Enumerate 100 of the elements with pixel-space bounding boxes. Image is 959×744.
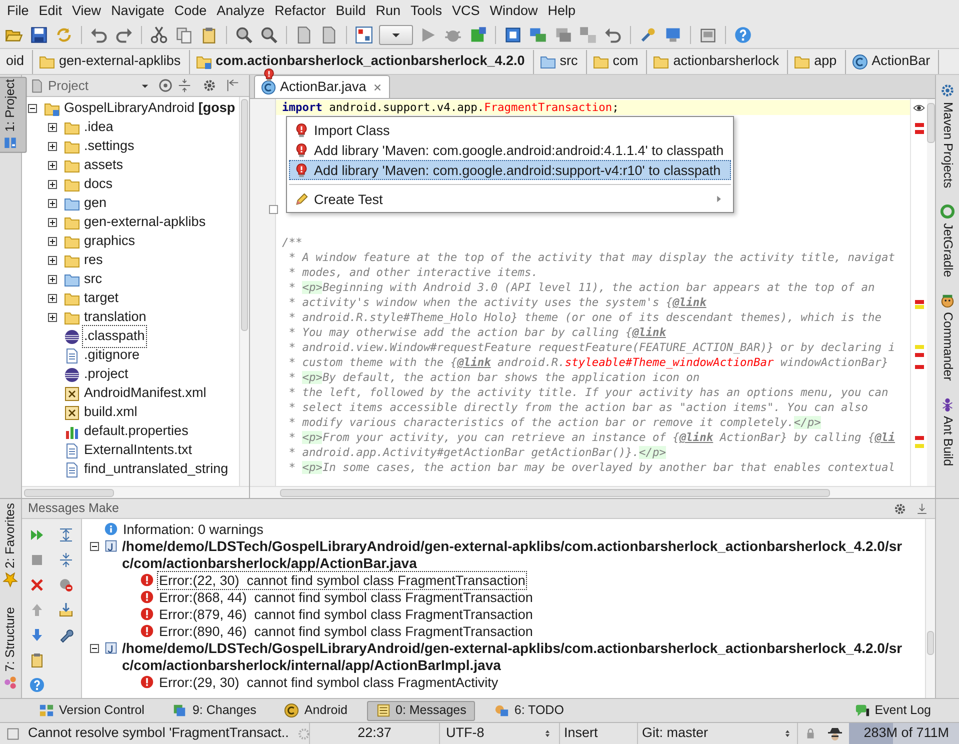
tree-item[interactable]: translation [83,307,148,328]
monitor-icon[interactable] [664,26,682,44]
hat-icon[interactable] [827,726,843,742]
breadcrumb[interactable]: com [586,50,648,74]
tool-window-tab[interactable]: 1: Project [0,77,27,153]
menu-item[interactable]: View [67,0,106,22]
copy-icon[interactable] [175,26,193,44]
expand-all-icon[interactable] [58,526,74,542]
branch-selector[interactable]: Git: master [638,723,798,744]
expand-icon[interactable] [48,180,57,189]
expand-icon[interactable] [48,199,57,208]
grid-icon[interactable] [579,26,597,44]
gear-icon[interactable] [893,502,907,516]
clipboard-icon[interactable] [28,652,45,668]
crosshair-icon[interactable] [158,78,173,93]
tree-item[interactable]: find_untranslated_string [83,459,230,480]
scrollbar-thumb[interactable] [24,488,114,496]
menu-item[interactable]: File [2,0,34,22]
document-icon[interactable] [295,26,313,44]
panel-toggle-icon[interactable] [6,726,20,740]
tree-item[interactable]: .project [83,364,130,385]
tree-item[interactable]: .idea [83,117,114,138]
scrollbar-thumb[interactable] [280,488,830,496]
insert-mode[interactable]: Insert [560,723,638,744]
menu-item[interactable]: Create Test [289,189,731,209]
tree-item[interactable]: src [83,269,103,290]
menu-item[interactable]: VCS [447,0,485,22]
document-icon[interactable] [699,26,717,44]
expand-icon[interactable] [48,142,57,151]
cut-icon[interactable] [150,26,168,44]
tree-item[interactable]: graphics [83,231,136,252]
tree-item[interactable]: docs [83,174,114,195]
menu-item[interactable]: Run [370,0,406,22]
tree-item[interactable]: gen [83,193,108,214]
tree-item[interactable]: ExternalIntents.txt [83,440,194,461]
tool-window-tab[interactable]: Version Control [30,700,154,720]
collapse-icon[interactable] [90,644,99,653]
tool-window-tab[interactable]: 6: TODO [485,700,573,720]
collapse-all-icon[interactable] [177,78,192,93]
event-log-tab[interactable]: Event Log [846,700,939,720]
collapse-icon[interactable] [90,542,99,551]
tree-item[interactable]: .settings [83,136,136,157]
file-path[interactable]: /home/demo/LDSTech/GospelLibraryAndroid/gen-external-apklibs/com.actionbarsherlock_actionbarsherlock_4.2.0/src/com/actionbarsherlock/app/ActionBar.java [122,538,912,572]
help-icon[interactable] [734,26,752,44]
wrench-icon[interactable] [639,26,657,44]
tool-window-tab[interactable]: 0: Messages [366,700,476,720]
expand-icon[interactable] [48,161,57,170]
tool-window-tab[interactable]: JetGradle [931,202,959,280]
memory-indicator[interactable]: 283M of 711M [849,723,959,744]
menu-item[interactable]: Refactor [270,0,331,22]
menu-item[interactable]: Window [484,0,543,22]
encoding-selector[interactable]: UTF-8 [440,723,560,744]
tree-item[interactable]: assets [83,155,124,176]
caret-position[interactable]: 22:37 [310,723,440,744]
grid-icon[interactable] [355,26,373,44]
menu-item[interactable]: Add library 'Maven: com.google.android:android:4.1.1.4' to classpath [289,140,731,160]
warning-filter-icon[interactable] [58,576,74,592]
tree-item[interactable]: build.xml [83,402,138,423]
blueprint-icon[interactable] [504,26,522,44]
menu-item[interactable]: Navigate [106,0,170,22]
scrollbar-thumb[interactable] [241,99,248,331]
stack-icon[interactable] [554,26,572,44]
breadcrumb[interactable]: gen-external-apklibs [33,50,190,74]
tool-window-tab[interactable]: 7: Structure [0,605,27,693]
redo-icon[interactable] [115,26,133,44]
breadcrumb[interactable]: src [534,50,587,74]
paste-icon[interactable] [200,26,218,44]
file-path[interactable]: /home/demo/LDSTech/GospelLibraryAndroid/gen-external-apklibs/com.actionbarsherlock_actionbarsherlock_4.2.0/src/com/actionbarsherlock/internal/app/ActionBarImpl.java [122,640,912,674]
close-icon[interactable] [28,576,45,592]
save-icon[interactable] [30,26,48,44]
run-configuration-dropdown[interactable] [379,25,413,45]
tool-window-tab[interactable]: Maven Projects [931,81,959,190]
expand-icon[interactable] [48,313,57,322]
menu-item[interactable]: Edit [34,0,68,22]
search-icon[interactable] [235,26,253,44]
tree-item[interactable]: res [83,250,104,271]
message-text[interactable]: Error:(22, 30) cannot find symbol class FragmentTransaction [158,572,526,589]
collapse-icon[interactable] [28,104,37,113]
expand-icon[interactable] [48,275,57,284]
expand-icon[interactable] [48,218,57,227]
tree-item[interactable]: .classpath [83,326,146,347]
message-text[interactable]: Error:(890, 46) cannot find symbol class FragmentTransaction [158,623,534,640]
help-icon[interactable] [28,676,45,692]
export-icon[interactable] [58,602,74,618]
menu-item[interactable]: Tools [406,0,448,22]
message-text[interactable]: Information: 0 warnings [122,521,264,538]
scrollbar-thumb[interactable] [927,103,935,143]
breadcrumb[interactable]: app [788,50,846,74]
undo-icon[interactable] [90,26,108,44]
expand-icon[interactable] [48,237,57,246]
hide-panel-icon[interactable] [225,78,240,93]
tree-item[interactable]: GospelLibraryAndroid [gosp [63,98,236,119]
tool-window-tab[interactable]: 9: Changes [163,700,266,720]
message-text[interactable]: Error:(868, 44) cannot find symbol class FragmentTransaction [158,589,534,606]
tree-item[interactable]: .gitignore [83,345,141,366]
collapse-all-icon[interactable] [58,552,74,568]
menu-item[interactable]: Code [169,0,212,22]
document-icon[interactable] [320,26,338,44]
message-text[interactable]: Error:(879, 46) cannot find symbol class FragmentTransaction [158,606,534,623]
tree-item[interactable]: gen-external-apklibs [83,212,207,233]
